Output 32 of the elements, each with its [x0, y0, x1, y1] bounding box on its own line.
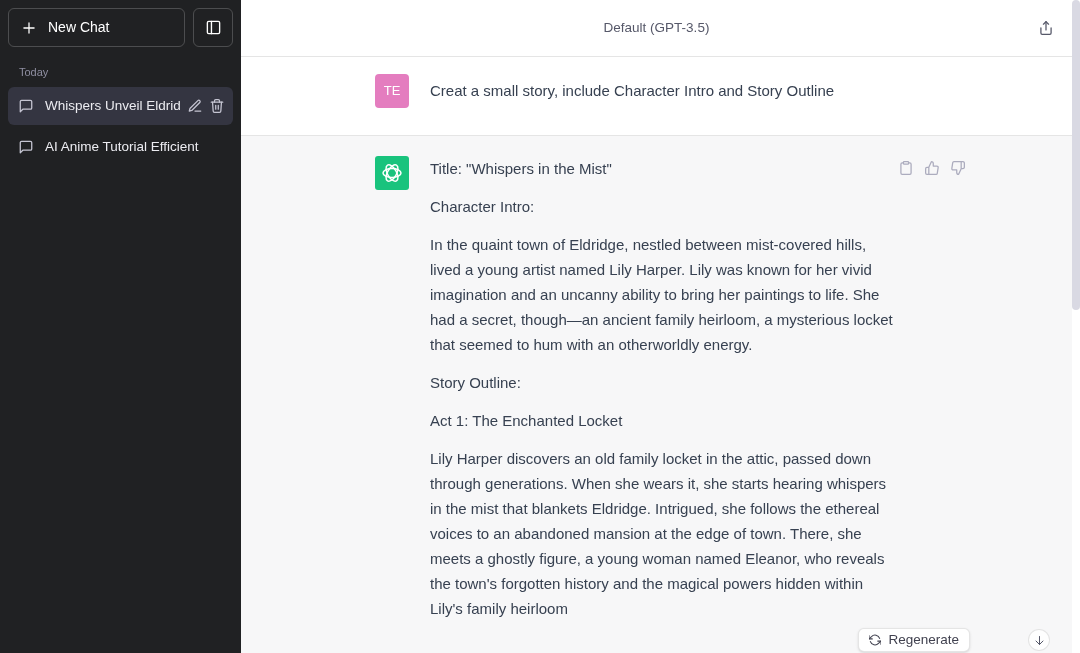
response-paragraph: Lily Harper discovers an old family locket in the attic, passed down through generations. When she wears it, she starts hearing whispers in the mist that blankets Eldridge. Intrigued, she follows the ethereal voices to an abandoned mansion at the edge of town. There, she meets a ghostly figure, a young woman named Eleanor, who reveals the town's forgotten history and the magical powers hidden within Lily's family heirloom [430, 449, 888, 619]
response-paragraph: Act 1: The Enchanted Locket [430, 411, 624, 431]
plus-icon [22, 20, 36, 35]
arrow-down-icon [1033, 634, 1045, 646]
chat-history-item[interactable]: Whispers Unveil Eldrid [8, 87, 233, 125]
thumbs-up-icon [925, 161, 939, 175]
clipboard-icon [899, 161, 913, 175]
share-icon [1039, 21, 1053, 35]
pencil-icon [188, 99, 202, 113]
sidebar-toggle-button[interactable] [193, 8, 233, 47]
new-chat-button[interactable]: New Chat [8, 8, 185, 47]
chat-bubble-icon [19, 140, 33, 154]
response-paragraph: In the quaint town of Eldridge, nestled between mist-covered hills, lived a young artist named Lily Harper. Lily was known for her vivid imagination and an uncanny ability to bring her paintings to life. She had a secret, though—an ancient family heirloom, a mysterious locket that seemed to hum with an otherworldly energy. [430, 235, 894, 355]
chat-bubble-icon [19, 99, 33, 113]
sidebar-panel-icon [205, 20, 221, 35]
trash-icon [210, 99, 224, 113]
response-paragraph: Title: "Whispers in the Mist" [430, 159, 613, 179]
user-avatar: TE [375, 74, 409, 108]
thumbs-down-icon [951, 161, 965, 175]
refresh-icon [869, 634, 882, 646]
delete-button[interactable] [209, 98, 225, 114]
chat-history-item[interactable]: AI Anime Tutorial Efficient [8, 128, 233, 166]
section-label: Today [18, 65, 50, 80]
rename-button[interactable] [187, 98, 203, 114]
model-title: Default (GPT-3.5) [603, 18, 710, 37]
regenerate-button[interactable]: Regenerate [858, 628, 970, 652]
response-paragraph: Character Intro: [430, 197, 536, 217]
scrollbar-thumb[interactable] [1072, 0, 1080, 310]
share-button[interactable] [1037, 19, 1055, 37]
user-message-text: Creat a small story, include Character Intro and Story Outline [430, 81, 836, 101]
response-paragraph: Story Outline: [430, 373, 522, 393]
assistant-avatar-icon [375, 156, 409, 190]
